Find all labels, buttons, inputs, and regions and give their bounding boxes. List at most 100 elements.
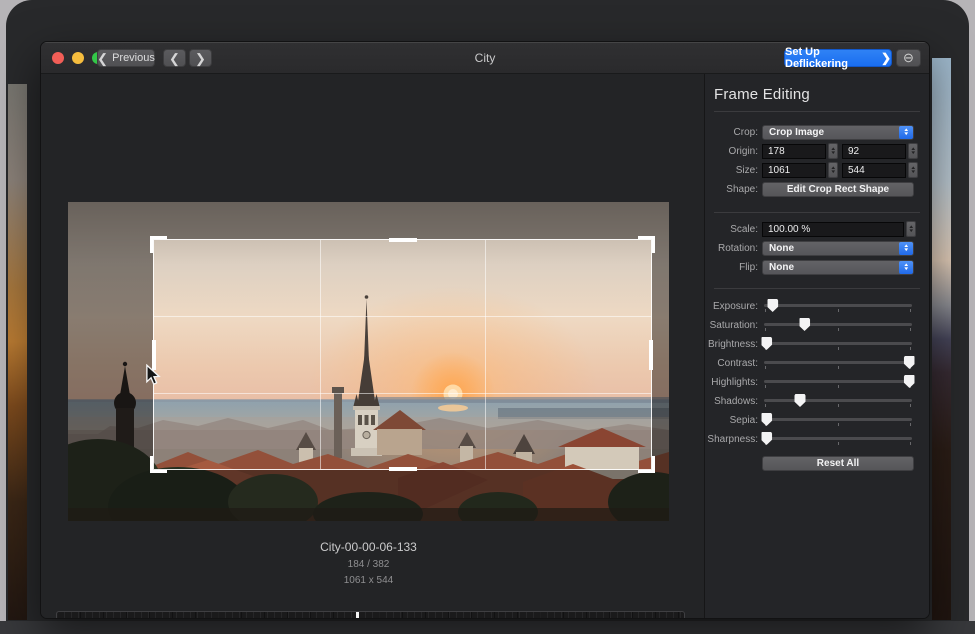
sepia-label: Sepia:	[705, 415, 762, 426]
crop-handle-left[interactable]	[152, 340, 156, 370]
crop-handle-bottom-right[interactable]	[638, 456, 655, 473]
crop-dim-overlay	[68, 202, 669, 239]
crop-handle-top[interactable]	[389, 238, 417, 242]
contrast-slider[interactable]	[762, 355, 914, 371]
crop-handle-top-left[interactable]	[150, 236, 167, 253]
size-label: Size:	[705, 165, 762, 176]
crop-handle-top-right[interactable]	[638, 236, 655, 253]
timeline-scrubber[interactable]	[56, 611, 685, 619]
thirds-gridline	[320, 240, 321, 469]
sharpness-slider[interactable]	[762, 431, 914, 447]
chevron-right-icon: ❯	[195, 52, 206, 65]
minimize-window-button[interactable]	[72, 52, 84, 64]
chevron-right-icon: ❯	[881, 52, 891, 64]
section-divider	[714, 212, 920, 213]
contrast-label: Contrast:	[705, 358, 762, 369]
crop-popup[interactable]: Crop Image ▲ ▼	[762, 125, 914, 140]
timeline-playhead[interactable]	[356, 612, 359, 619]
nav-back-button[interactable]: ❮	[163, 49, 186, 67]
frame-size: 1061 x 544	[68, 575, 669, 586]
highlights-slider[interactable]	[762, 374, 914, 390]
crop-label: Crop:	[705, 127, 762, 138]
reset-all-button[interactable]: Reset All	[762, 456, 914, 471]
origin-label: Origin:	[705, 146, 762, 157]
origin-y-field[interactable]: 92	[842, 144, 906, 159]
crop-handle-bottom-left[interactable]	[150, 456, 167, 473]
brightness-slider[interactable]	[762, 336, 914, 352]
sharpness-label: Sharpness:	[705, 434, 762, 445]
exposure-slider[interactable]	[762, 298, 914, 314]
rotation-label: Rotation:	[705, 243, 762, 254]
desktop-bottom-strip	[0, 621, 975, 634]
frame-editing-panel: Frame Editing Crop: Crop Image ▲ ▼ Origi…	[705, 74, 929, 618]
origin-y-stepper[interactable]: ▲▼	[908, 143, 918, 159]
flip-label: Flip:	[705, 262, 762, 273]
popup-arrows-icon: ▲▼	[899, 261, 913, 274]
crop-handle-right[interactable]	[649, 340, 653, 370]
shadows-slider-thumb[interactable]	[795, 394, 806, 407]
circled-minus-icon: ⊖	[903, 50, 914, 66]
sepia-slider-thumb[interactable]	[761, 413, 772, 426]
frame-index: 184 / 382	[68, 559, 669, 570]
thirds-gridline	[154, 393, 651, 394]
flip-popup[interactable]: None ▲▼	[762, 260, 914, 275]
wallpaper-sliver-left	[8, 84, 27, 620]
scale-label: Scale:	[705, 224, 762, 235]
popup-arrows-icon: ▲▼	[899, 242, 913, 255]
edit-crop-rect-shape-button[interactable]: Edit Crop Rect Shape	[762, 182, 914, 197]
rotation-popup[interactable]: None ▲▼	[762, 241, 914, 256]
brightness-slider-thumb[interactable]	[761, 337, 772, 350]
scale-field[interactable]: 100.00 %	[762, 222, 904, 237]
saturation-slider[interactable]	[762, 317, 914, 333]
size-height-field[interactable]: 544	[842, 163, 906, 178]
crop-dim-overlay	[68, 470, 669, 521]
scale-stepper[interactable]: ▲▼	[906, 221, 916, 237]
panel-title: Frame Editing	[714, 86, 810, 103]
frame-preview-image	[68, 202, 669, 521]
popup-arrows-icon: ▲ ▼	[899, 126, 913, 139]
crop-popup-value: Crop Image	[763, 127, 899, 138]
overflow-button[interactable]: ⊖	[896, 49, 921, 67]
size-width-field[interactable]: 1061	[762, 163, 826, 178]
crop-dim-overlay	[68, 239, 153, 470]
previous-button[interactable]: ❮ Previous	[97, 49, 155, 67]
sharpness-slider-thumb[interactable]	[761, 432, 772, 445]
shape-label: Shape:	[705, 184, 762, 195]
chevron-left-icon: ❮	[169, 52, 180, 65]
titlebar: ❮ Previous ❮ ❯ City Set Up Deflickering …	[41, 42, 929, 74]
size-width-stepper[interactable]: ▲▼	[828, 162, 838, 178]
sepia-slider[interactable]	[762, 412, 914, 428]
highlights-label: Highlights:	[705, 377, 762, 388]
section-divider	[714, 288, 920, 289]
rotation-popup-value: None	[763, 243, 899, 254]
section-divider	[714, 111, 920, 112]
set-up-deflickering-button[interactable]: Set Up Deflickering ❯	[784, 49, 892, 67]
frame-name: City-00-00-06-133	[68, 540, 669, 554]
origin-x-stepper[interactable]: ▲▼	[828, 143, 838, 159]
shadows-label: Shadows:	[705, 396, 762, 407]
previous-button-label: Previous	[112, 52, 155, 64]
flip-popup-value: None	[763, 262, 899, 273]
wallpaper-sliver-right	[932, 58, 951, 620]
crop-handle-bottom[interactable]	[389, 467, 417, 471]
crop-rect[interactable]	[153, 239, 652, 470]
contrast-slider-thumb[interactable]	[904, 356, 915, 369]
exposure-slider-thumb[interactable]	[767, 299, 778, 312]
frame-caption: City-00-00-06-133 184 / 382 1061 x 544	[68, 540, 669, 586]
origin-x-field[interactable]: 178	[762, 144, 826, 159]
close-window-button[interactable]	[52, 52, 64, 64]
brightness-label: Brightness:	[705, 339, 762, 350]
thirds-gridline	[485, 240, 486, 469]
size-height-stepper[interactable]: ▲▼	[908, 162, 918, 178]
thirds-gridline	[154, 316, 651, 317]
viewer-area: City-00-00-06-133 184 / 382 1061 x 544	[41, 74, 704, 618]
exposure-label: Exposure:	[705, 301, 762, 312]
highlights-slider-thumb[interactable]	[904, 375, 915, 388]
chevron-left-icon: ❮	[97, 52, 108, 65]
deflicker-button-label: Set Up Deflickering	[785, 46, 876, 70]
saturation-slider-thumb[interactable]	[799, 318, 810, 331]
shadows-slider[interactable]	[762, 393, 914, 409]
nav-forward-button[interactable]: ❯	[189, 49, 212, 67]
saturation-label: Saturation:	[705, 320, 762, 331]
app-window: ❮ Previous ❮ ❯ City Set Up Deflickering …	[40, 41, 930, 619]
